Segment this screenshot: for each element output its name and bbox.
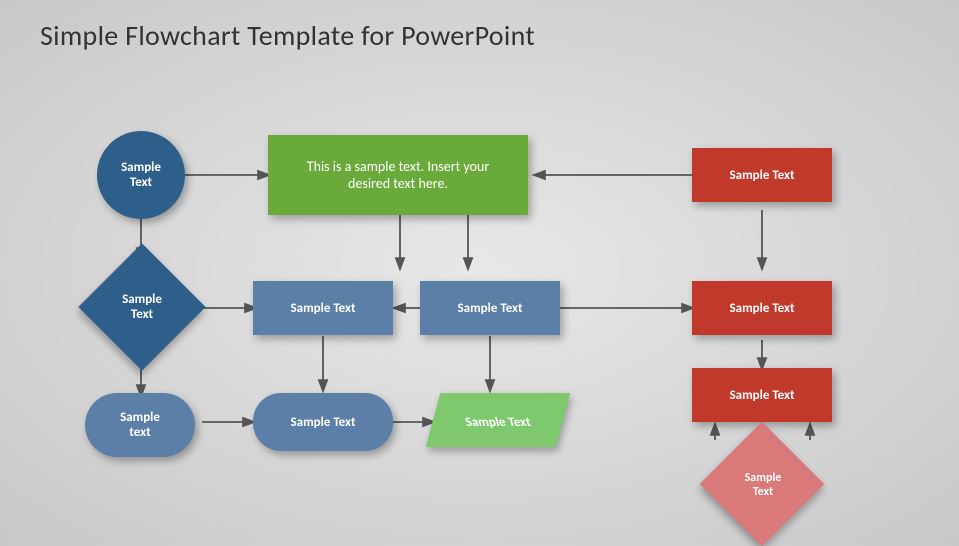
green-rect-label: This is a sample text. Insert yourdesire…: [307, 158, 489, 192]
diamond1-wrap: SampleText: [97, 262, 187, 352]
red-rect2-shape: Sample Text: [692, 281, 832, 335]
circle-label: SampleText: [121, 160, 161, 190]
rounded-rect-label: Sample Text: [291, 415, 356, 430]
rect-blue2-label: Sample Text: [458, 301, 523, 316]
red-rect3-shape: Sample Text: [692, 368, 832, 422]
oval-shape: Sampletext: [85, 393, 195, 457]
rect-blue1-label: Sample Text: [291, 301, 356, 316]
diamond-pink-label: SampleText: [718, 440, 808, 530]
red-rect2-label: Sample Text: [730, 301, 795, 316]
diamond-pink-wrap: SampleText: [718, 440, 808, 530]
rect-blue2-shape: Sample Text: [420, 281, 560, 335]
rounded-rect-shape: Sample Text: [253, 393, 393, 451]
circle-shape: SampleText: [97, 131, 185, 219]
red-rect1-shape: Sample Text: [692, 148, 832, 202]
rect-blue1-shape: Sample Text: [253, 281, 393, 335]
parallelogram-shape: Sample Text: [433, 393, 563, 451]
parallelogram-label: Sample Text: [425, 393, 571, 451]
diamond1-label: SampleText: [97, 262, 187, 352]
green-rect-shape: This is a sample text. Insert yourdesire…: [268, 135, 528, 215]
red-rect3-label: Sample Text: [730, 388, 795, 403]
oval-label: Sampletext: [120, 410, 160, 440]
red-rect1-label: Sample Text: [730, 168, 795, 183]
page-title: Simple Flowchart Template for PowerPoint: [40, 18, 535, 53]
